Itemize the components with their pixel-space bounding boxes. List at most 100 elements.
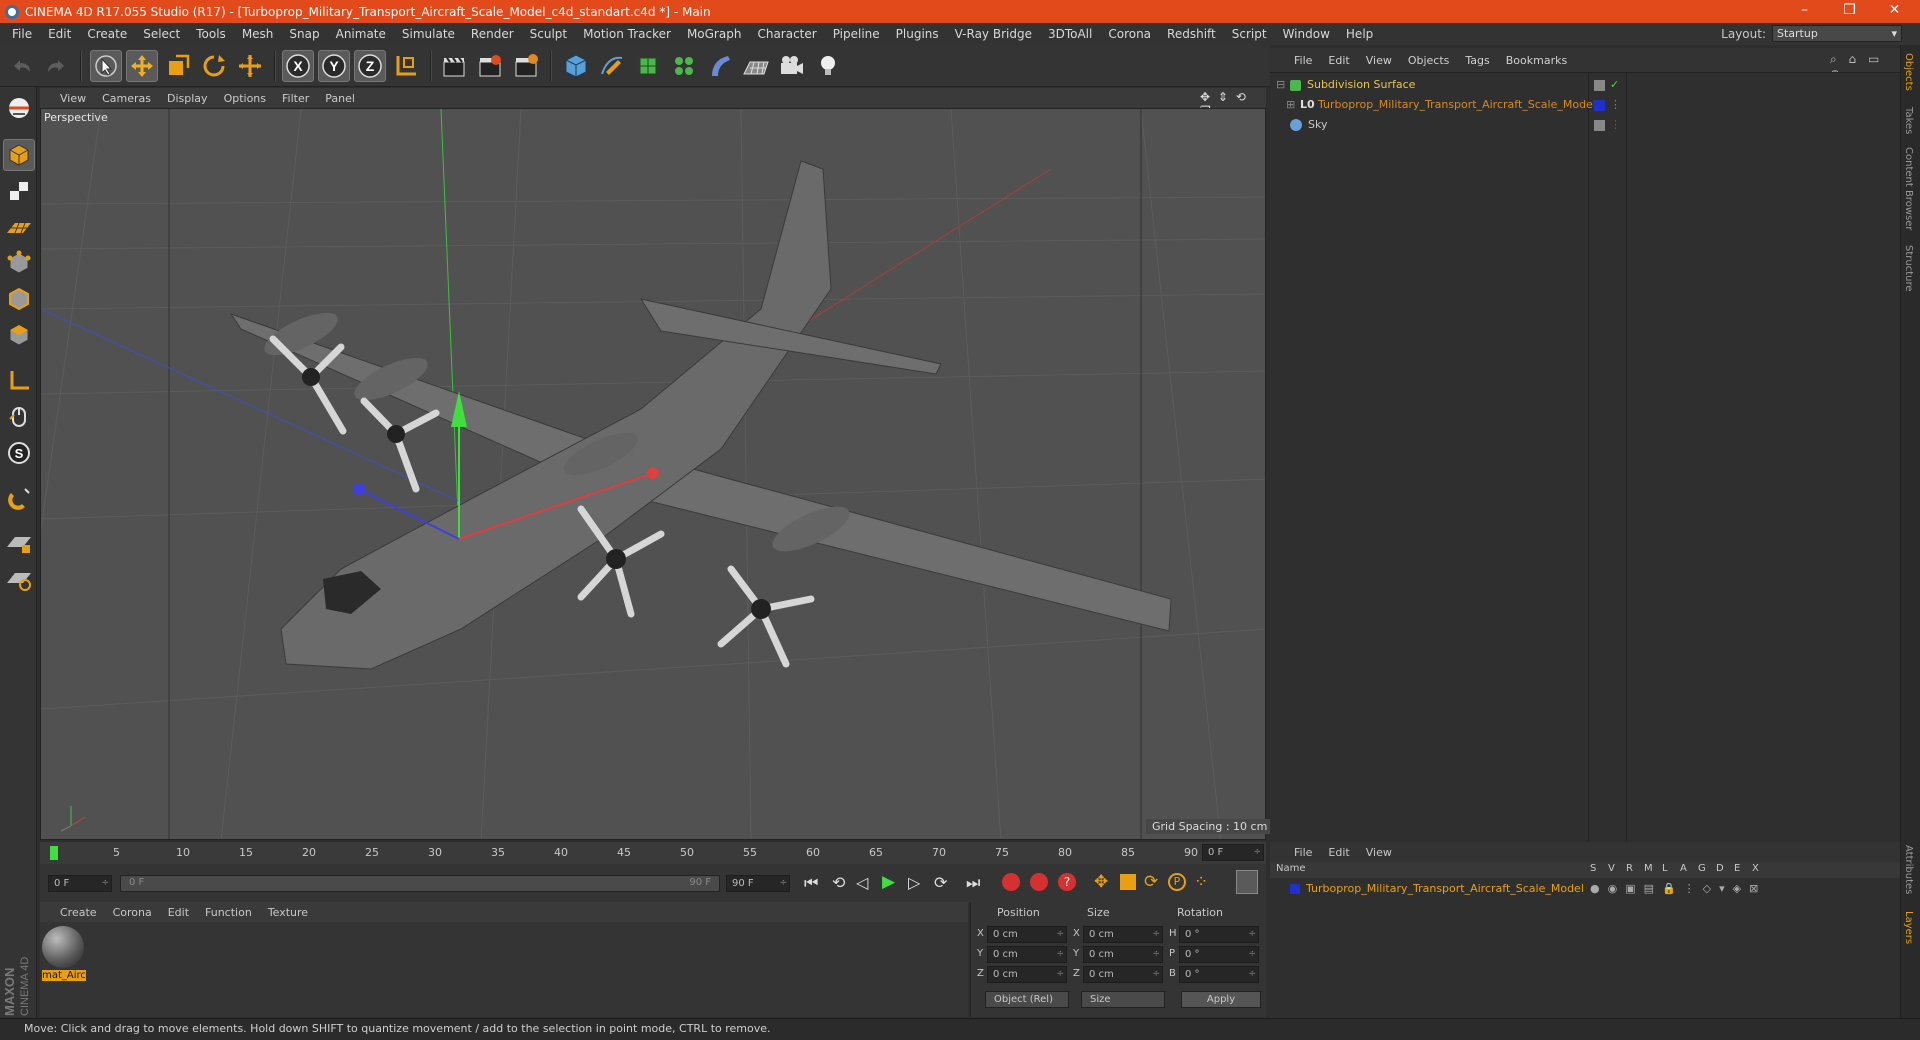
menu-tools[interactable]: Tools — [188, 27, 234, 41]
layer-toggle-icons[interactable]: ●◉▣▤🔒⋮◇▾◈⊠ — [1590, 879, 1766, 899]
visibility-dots-icon[interactable]: ⋮ — [1610, 115, 1621, 135]
polygons-mode-button[interactable] — [3, 319, 35, 351]
visibility-dots-icon[interactable]: ⋮ — [1610, 95, 1621, 115]
menu-character[interactable]: Character — [749, 27, 824, 41]
z-axis-lock-button[interactable]: Z — [354, 50, 386, 82]
viewport-menu-display[interactable]: Display — [159, 92, 216, 105]
keyframe-selection-button[interactable]: ? — [1058, 873, 1076, 891]
add-cube-button[interactable] — [560, 50, 592, 82]
record-keyframe-button[interactable] — [1002, 873, 1020, 891]
position-x-field[interactable]: 0 cm — [987, 926, 1067, 943]
menu-select[interactable]: Select — [135, 27, 188, 41]
menu-render[interactable]: Render — [463, 27, 522, 41]
scale-tool-button[interactable] — [162, 50, 194, 82]
last-tool-button[interactable] — [234, 50, 266, 82]
tab-content-browser[interactable]: Content Browser — [1903, 147, 1914, 230]
layer-menu-view[interactable]: View — [1358, 846, 1400, 859]
redo-button[interactable] — [40, 50, 72, 82]
menu-pipeline[interactable]: Pipeline — [825, 27, 888, 41]
material-swatch[interactable]: mat_Airc — [42, 926, 86, 982]
points-mode-button[interactable] — [3, 247, 35, 279]
tab-layers[interactable]: Layers — [1903, 911, 1914, 944]
frame-range-slider[interactable]: 0 F 90 F — [120, 875, 720, 892]
layout-dropdown[interactable]: Startup — [1772, 25, 1902, 42]
snapping-button[interactable] — [3, 483, 35, 515]
key-position-button[interactable]: ✥ — [1094, 872, 1108, 892]
y-axis-lock-button[interactable]: Y — [318, 50, 350, 82]
timeline-window-button[interactable] — [1236, 870, 1258, 894]
layer-row[interactable]: Turboprop_Military_Transport_Aircraft_Sc… — [1270, 879, 1900, 899]
object-menu-file[interactable]: File — [1286, 54, 1320, 67]
workplane-mode-button[interactable] — [3, 211, 35, 243]
tab-objects[interactable]: Objects — [1903, 53, 1914, 91]
menu-sculpt[interactable]: Sculpt — [522, 27, 575, 41]
x-axis-lock-button[interactable]: X — [282, 50, 314, 82]
coordinate-mode-dropdown[interactable]: Object (Rel) — [985, 991, 1069, 1008]
add-light-button[interactable] — [812, 50, 844, 82]
key-rotation-button[interactable]: ⟳ — [1144, 872, 1158, 892]
layer-menu-edit[interactable]: Edit — [1320, 846, 1357, 859]
add-scene-floor-button[interactable] — [740, 50, 772, 82]
axis-mode-button[interactable] — [3, 365, 35, 397]
menu-3dtoall[interactable]: 3DToAll — [1040, 27, 1100, 41]
menu-vray-bridge[interactable]: V-Ray Bridge — [947, 27, 1040, 41]
add-mograph-button[interactable] — [668, 50, 700, 82]
expand-toggle-icon[interactable]: ⊞ — [1286, 95, 1295, 115]
timeline-ruler[interactable]: 0 5 10 15 20 25 30 35 40 45 50 55 60 65 … — [40, 842, 1266, 864]
size-mode-dropdown[interactable]: Size — [1081, 991, 1165, 1008]
menu-file[interactable]: File — [4, 27, 40, 41]
material-menu-corona[interactable]: Corona — [105, 906, 160, 919]
menu-motion-tracker[interactable]: Motion Tracker — [575, 27, 679, 41]
minimize-button[interactable]: – — [1782, 0, 1827, 23]
undo-button[interactable] — [6, 50, 38, 82]
object-menu-edit[interactable]: Edit — [1320, 54, 1357, 67]
object-row-aircraft-model[interactable]: ⊞ L0 Turboprop_Military_Transport_Aircra… — [1270, 95, 1900, 115]
render-picture-viewer-button[interactable] — [474, 50, 506, 82]
visibility-toggle-icon[interactable] — [1594, 80, 1605, 91]
material-menu-edit[interactable]: Edit — [160, 906, 197, 919]
move-tool-button[interactable] — [126, 50, 158, 82]
position-y-field[interactable]: 0 cm — [987, 946, 1067, 963]
rotation-h-field[interactable]: 0 ° — [1179, 926, 1259, 943]
maximize-button[interactable]: ❐ — [1827, 0, 1872, 23]
apply-button[interactable]: Apply — [1181, 991, 1261, 1008]
object-row-subdivision-surface[interactable]: ⊟ Subdivision Surface ✓ — [1270, 75, 1900, 95]
go-to-start-button[interactable]: ⏮ — [804, 873, 818, 893]
previous-keyframe-button[interactable]: ⟲ — [832, 873, 845, 892]
add-camera-button[interactable] — [776, 50, 808, 82]
menu-corona[interactable]: Corona — [1100, 27, 1159, 41]
make-editable-button[interactable] — [3, 92, 35, 124]
material-menu-texture[interactable]: Texture — [260, 906, 316, 919]
menu-window[interactable]: Window — [1275, 27, 1338, 41]
menu-redshift[interactable]: Redshift — [1159, 27, 1224, 41]
layer-color-icon[interactable] — [1290, 884, 1300, 894]
solo-button[interactable]: S — [3, 437, 35, 469]
viewport-menu-view[interactable]: View — [52, 92, 94, 105]
close-button[interactable]: ✕ — [1872, 0, 1917, 23]
size-x-field[interactable]: 0 cm — [1083, 926, 1163, 943]
tab-structure[interactable]: Structure — [1903, 245, 1914, 292]
locked-workplane-button[interactable] — [3, 527, 35, 559]
key-parameter-button[interactable]: P — [1168, 873, 1186, 891]
play-button[interactable]: ▶ — [882, 872, 895, 892]
add-generator-button[interactable] — [632, 50, 664, 82]
object-row-sky[interactable]: Sky ⋮ — [1270, 115, 1900, 135]
menu-script[interactable]: Script — [1224, 27, 1275, 41]
add-spline-button[interactable] — [596, 50, 628, 82]
object-menu-tags[interactable]: Tags — [1457, 54, 1497, 67]
object-menu-bookmarks[interactable]: Bookmarks — [1498, 54, 1575, 67]
coordinate-system-button[interactable] — [390, 50, 422, 82]
planar-workplane-button[interactable] — [3, 563, 35, 595]
menu-create[interactable]: Create — [79, 27, 135, 41]
tweak-mode-button[interactable] — [3, 401, 35, 433]
material-menu-create[interactable]: Create — [52, 906, 105, 919]
menu-animate[interactable]: Animate — [328, 27, 394, 41]
playhead[interactable] — [50, 846, 58, 860]
key-pla-button[interactable]: ⁘ — [1194, 872, 1208, 892]
menu-snap[interactable]: Snap — [281, 27, 327, 41]
previous-frame-button[interactable]: ◁ — [856, 873, 868, 892]
material-menu-function[interactable]: Function — [197, 906, 260, 919]
menu-simulate[interactable]: Simulate — [394, 27, 463, 41]
add-deformer-button[interactable] — [704, 50, 736, 82]
menu-mograph[interactable]: MoGraph — [679, 27, 750, 41]
